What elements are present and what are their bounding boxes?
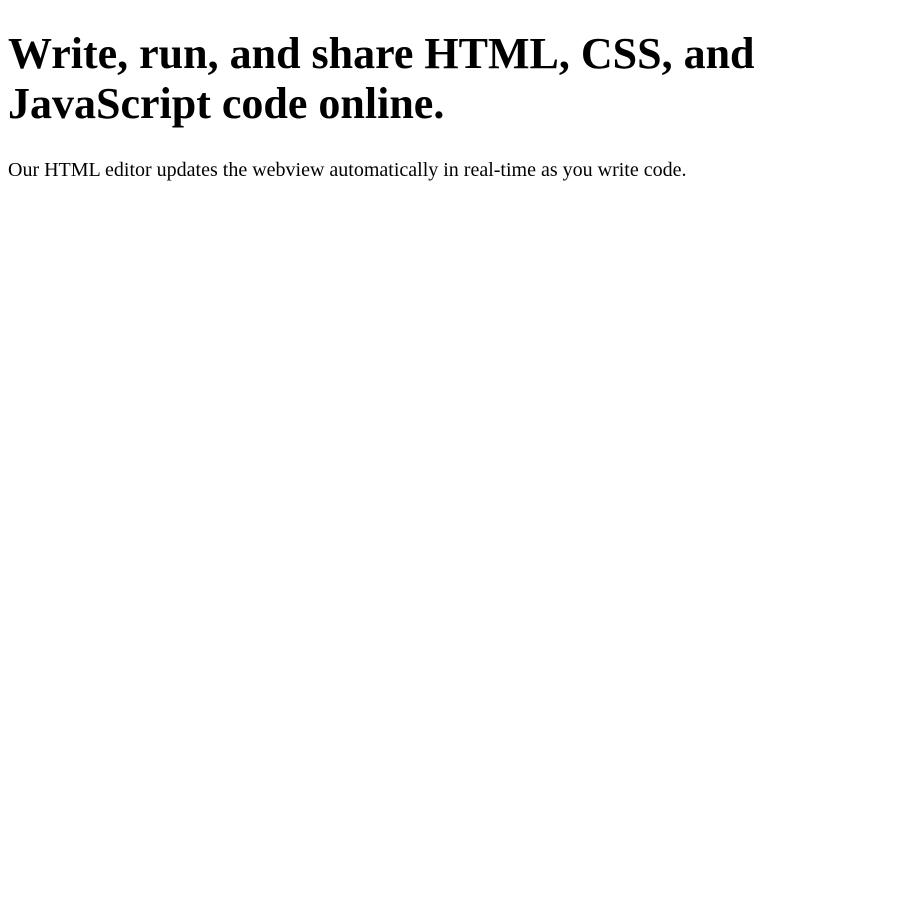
page-heading: Write, run, and share HTML, CSS, and Jav…	[8, 29, 755, 128]
page-description: Our HTML editor updates the webview auto…	[8, 159, 687, 181]
webview-page: Write, run, and share HTML, CSS, and Jav…	[0, 0, 903, 921]
